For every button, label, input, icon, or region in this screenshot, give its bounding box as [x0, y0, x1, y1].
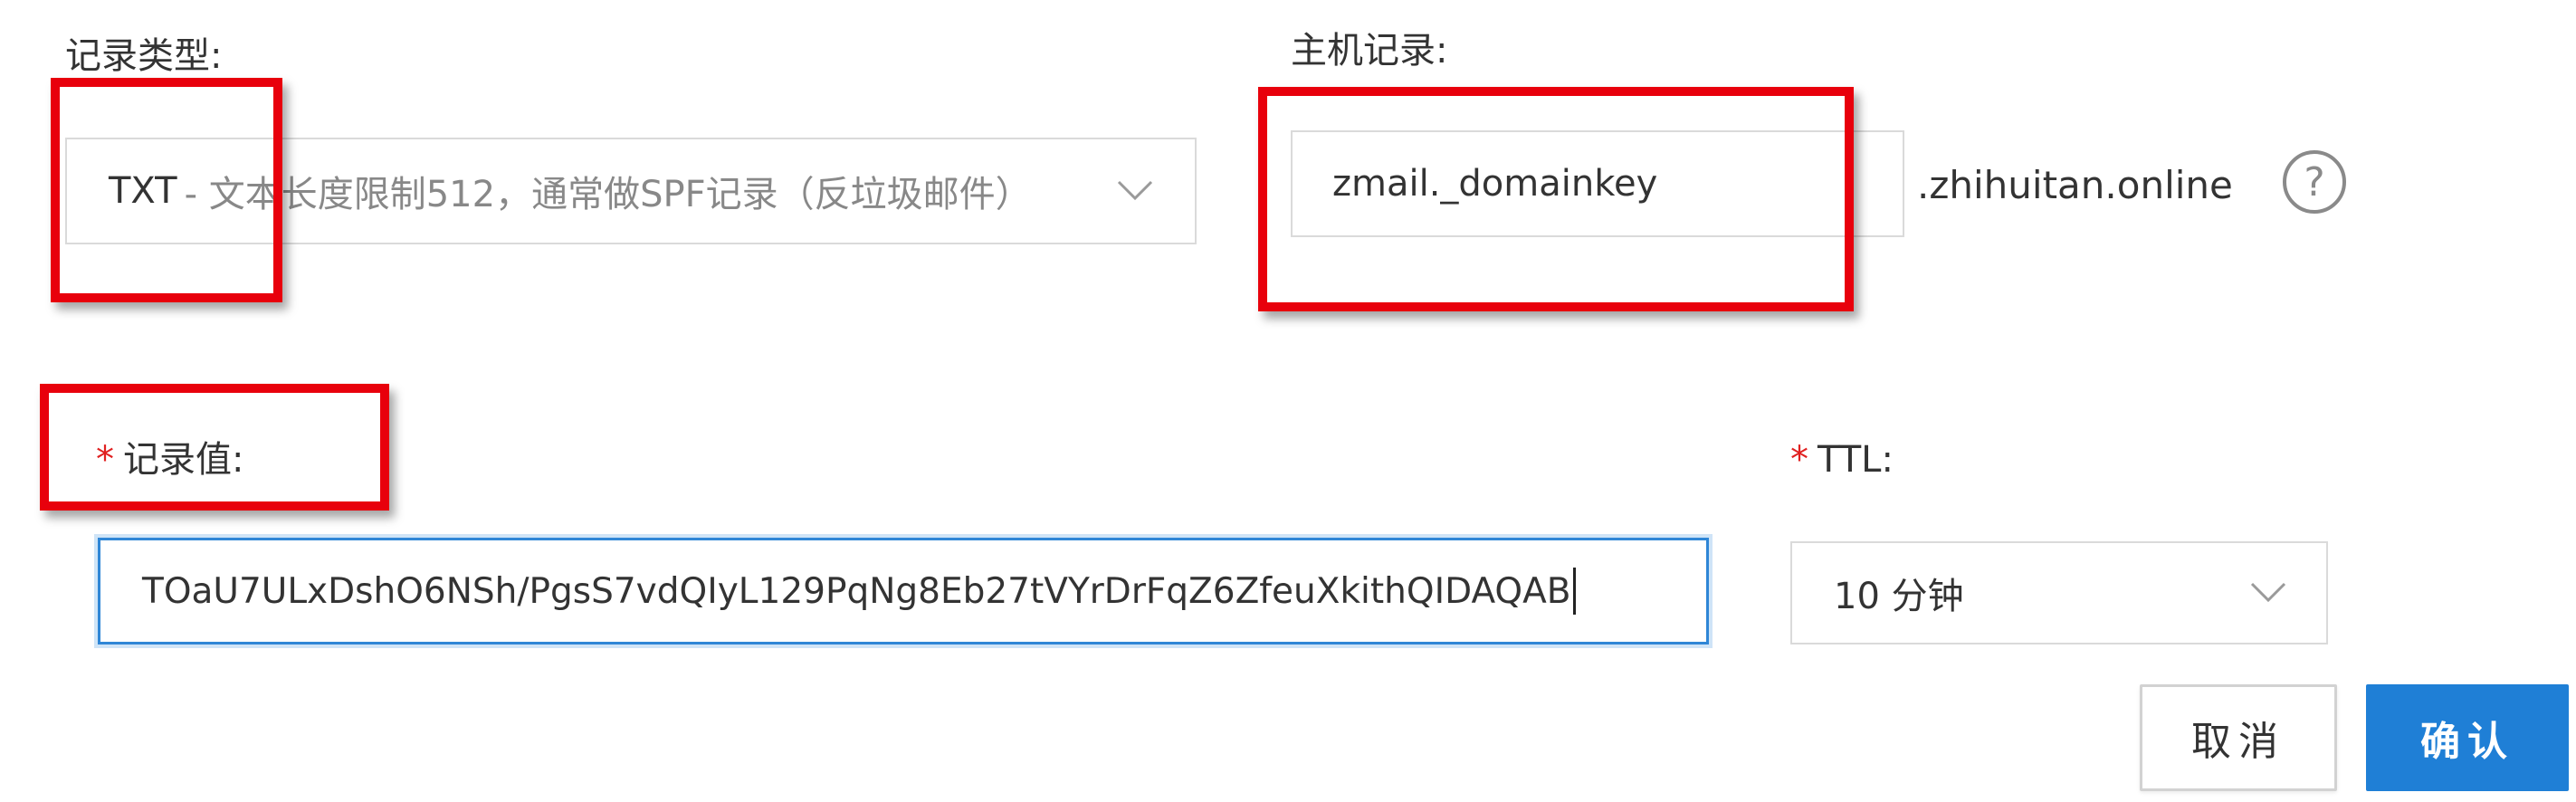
record-value-text: TOaU7ULxDshO6NSh/PgsS7vdQIyL129PqNg8Eb27…: [142, 570, 1571, 612]
text-cursor: [1572, 568, 1576, 615]
help-icon-glyph: ?: [2304, 158, 2325, 205]
domain-suffix: .zhihuitan.online: [1917, 163, 2233, 207]
help-icon[interactable]: ?: [2283, 150, 2346, 214]
annotation-box-record-value: [40, 384, 389, 511]
record-type-label: 记录类型:: [65, 35, 223, 77]
chevron-down-icon: [1117, 180, 1153, 202]
annotation-box-record-type: [51, 78, 282, 302]
host-record-label: 主机记录:: [1291, 30, 1448, 72]
record-type-description: - 文本长度限制512，通常做SPF记录（反垃圾邮件）: [184, 174, 1032, 215]
ttl-label: * TTL:: [1790, 442, 1894, 478]
record-value-input[interactable]: TOaU7ULxDshO6NSh/PgsS7vdQIyL129PqNg8Eb27…: [98, 538, 1709, 644]
chevron-down-icon: [2250, 582, 2286, 604]
cancel-button[interactable]: 取消: [2140, 684, 2337, 791]
required-mark: *: [1790, 439, 1808, 481]
ttl-label-text: TTL:: [1818, 439, 1894, 481]
confirm-button[interactable]: 确认: [2366, 684, 2569, 791]
ttl-value: 10 分钟: [1834, 576, 1964, 617]
ttl-select[interactable]: 10 分钟: [1790, 541, 2328, 644]
annotation-box-host-record: [1258, 87, 1854, 311]
